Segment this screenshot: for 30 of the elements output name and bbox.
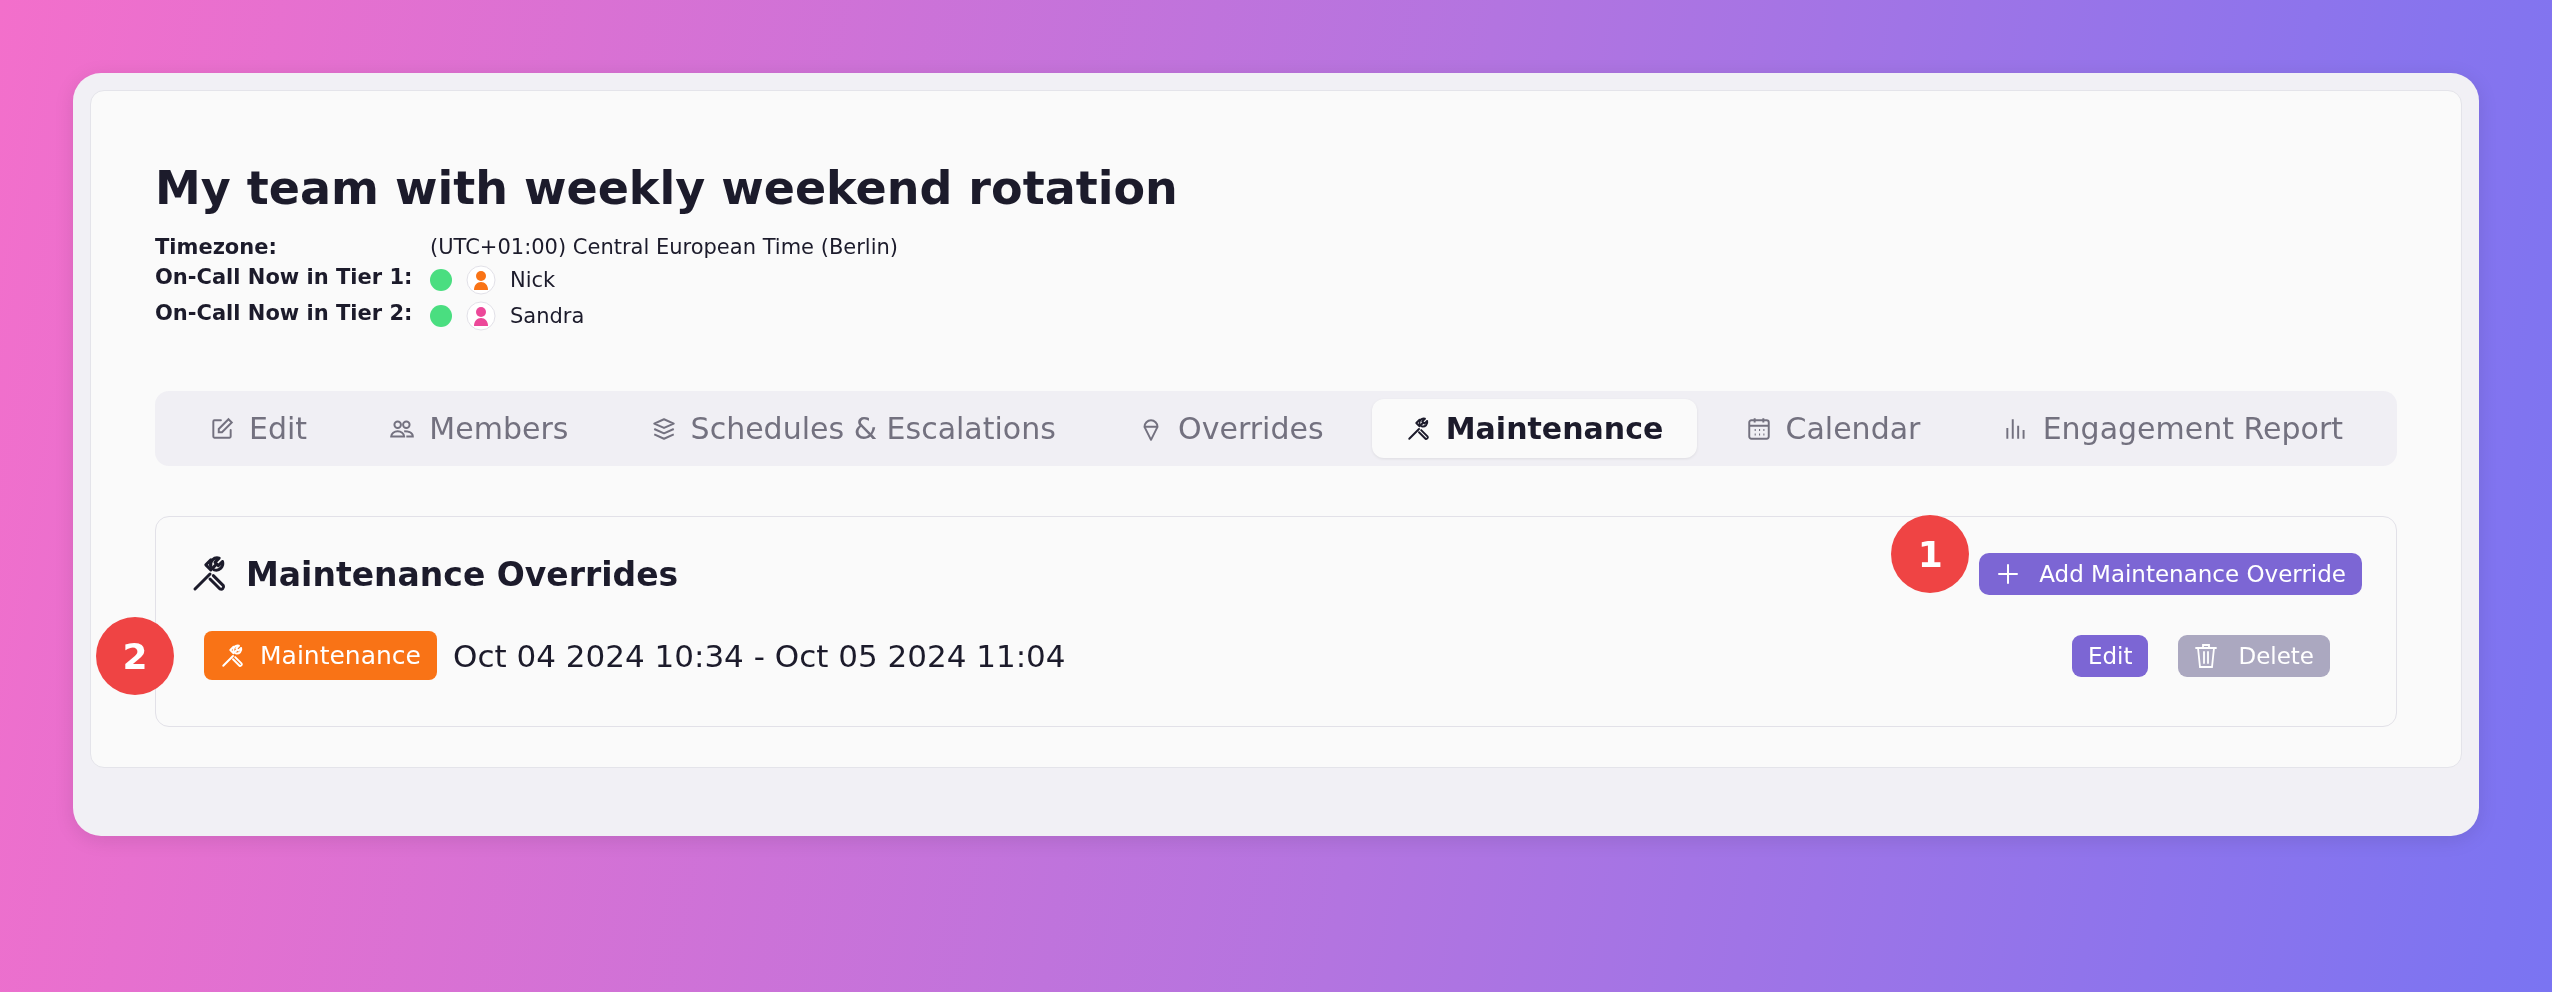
maintenance-tag: Maintenance: [204, 631, 437, 680]
edit-icon: [209, 415, 235, 442]
tab[interactable]: Maintenance: [1371, 399, 1698, 458]
avatar-icon: [466, 265, 496, 295]
info-label: On-Call Now in Tier 2:: [155, 301, 414, 327]
tools-icon: [1405, 415, 1432, 442]
callout-number: 1: [1891, 515, 1970, 593]
tab[interactable]: Calendar: [1711, 399, 1955, 458]
trash-icon: [2194, 642, 2219, 669]
layers-icon: [650, 415, 677, 442]
tab[interactable]: Edit: [175, 399, 342, 458]
team-title: My team with weekly weekend rotation: [155, 161, 1179, 215]
timezone-value: (UTC+01:00) Central European Time (Berlin): [430, 235, 899, 259]
period-text: Oct 04 2024 10:34 - Oct 05 2024 11:04: [453, 637, 1066, 674]
tools-icon: [220, 642, 246, 669]
section-title: Maintenance Overrides: [246, 554, 679, 594]
edit-button[interactable]: Edit: [2071, 634, 2149, 677]
calendar-icon: [1745, 415, 1772, 442]
person-name: Sandra: [510, 304, 585, 328]
tab[interactable]: Overrides: [1104, 399, 1358, 458]
callout-number: 2: [96, 617, 174, 695]
avatar-icon: [466, 301, 496, 331]
person-name: Nick: [510, 268, 556, 292]
tab[interactable]: Members: [355, 399, 603, 458]
info-label: Timezone:: [155, 235, 278, 259]
tab[interactable]: Schedules & Escalations: [616, 399, 1090, 458]
add-override-button[interactable]: Add Maintenance Override: [1979, 553, 2362, 595]
tab[interactable]: Engagement Report: [1968, 399, 2377, 458]
plus-icon: [1997, 563, 2020, 585]
info-label: On-Call Now in Tier 1:: [155, 265, 414, 291]
